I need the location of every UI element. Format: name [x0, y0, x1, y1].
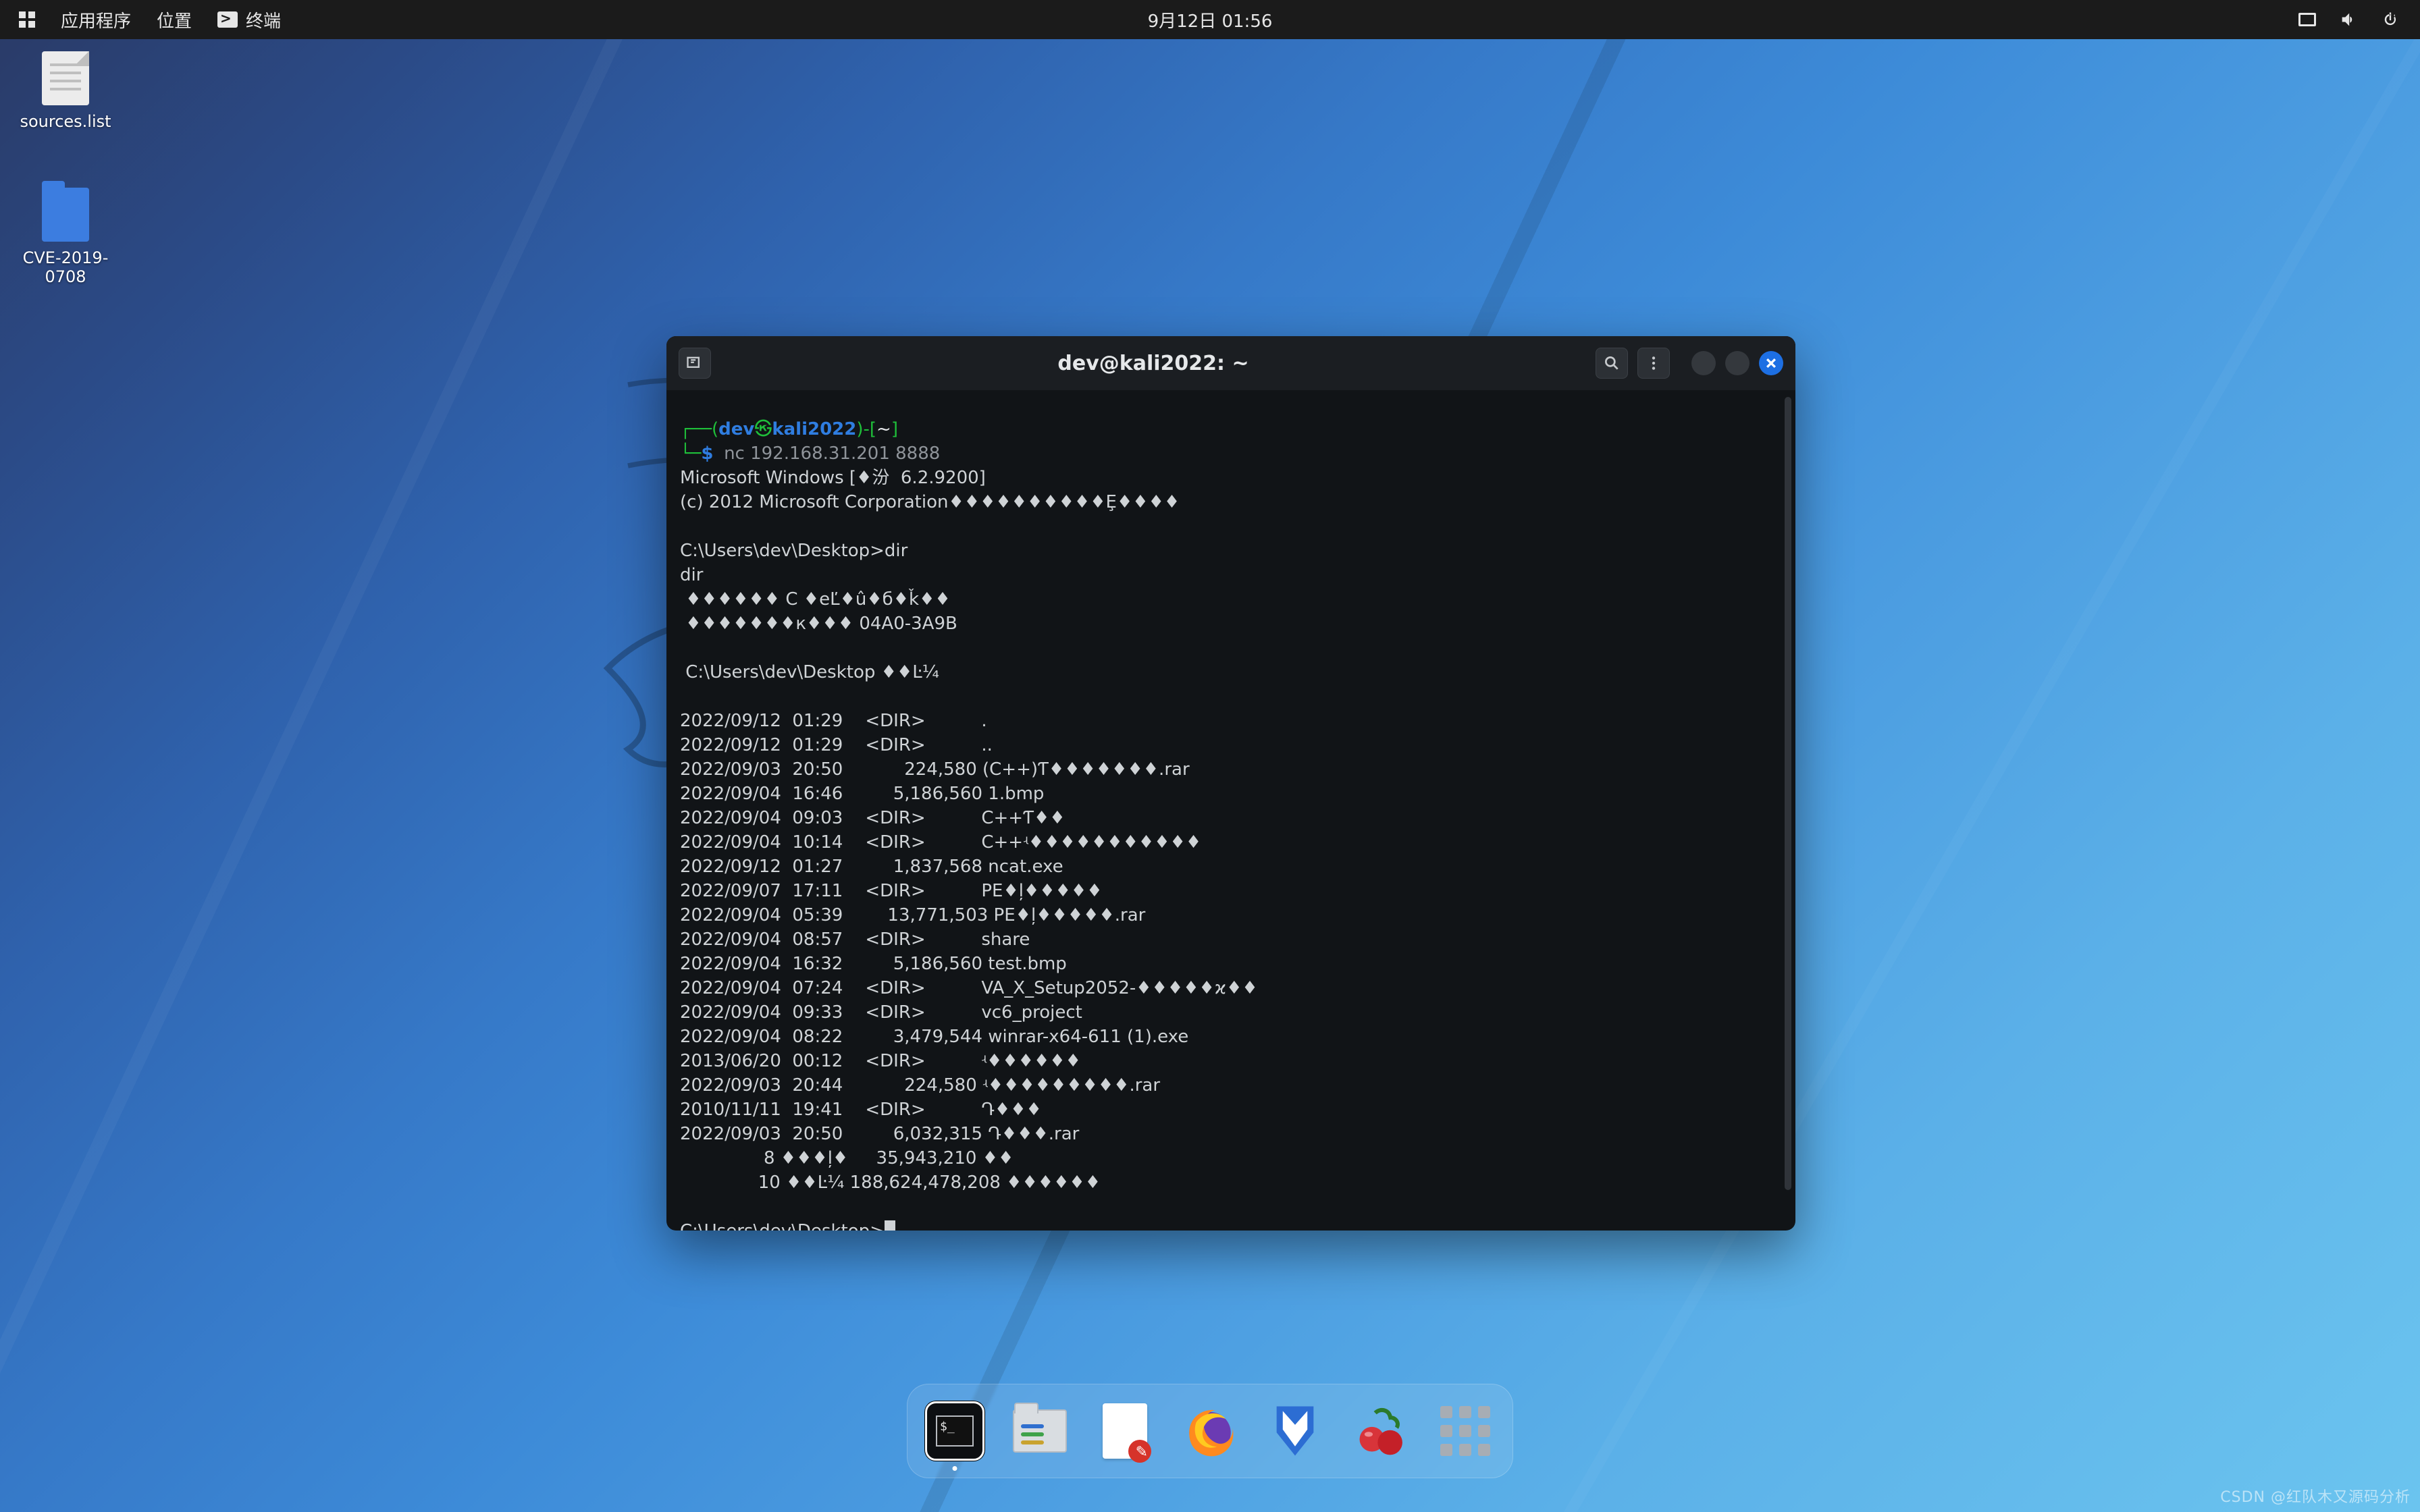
window-minimize-button[interactable] — [1691, 351, 1716, 375]
dock-item-cherrytree[interactable] — [1350, 1401, 1410, 1461]
dock-item-terminal[interactable]: $_ — [925, 1401, 984, 1461]
power-icon[interactable] — [2381, 10, 2400, 29]
terminal-title: dev@kali2022: ~ — [720, 352, 1586, 375]
search-button[interactable] — [1596, 348, 1628, 379]
menu-places[interactable]: 位置 — [157, 7, 192, 32]
terminal-icon — [217, 11, 238, 28]
desktop-icon-label: CVE-2019-0708 — [15, 248, 116, 286]
terminal-cursor — [885, 1220, 895, 1231]
clock[interactable]: 9月12日 01:56 — [1148, 7, 1273, 32]
dock-item-files[interactable] — [1010, 1401, 1070, 1461]
app-grid-icon — [1440, 1406, 1490, 1456]
dock-item-firefox[interactable] — [1180, 1401, 1240, 1461]
desktop-icon-label: sources.list — [15, 112, 116, 131]
desktop-icon-cve-folder[interactable]: CVE-2019-0708 — [15, 188, 116, 286]
folder-icon — [42, 188, 89, 242]
top-bar: 应用程序 位置 终端 9月12日 01:56 — [0, 0, 2420, 39]
window-close-button[interactable] — [1759, 351, 1783, 375]
watermark: CSDN @红队木又源码分析 — [2220, 1485, 2411, 1507]
terminal-icon: $_ — [936, 1415, 974, 1447]
dock-item-app-grid[interactable] — [1436, 1401, 1495, 1461]
window-maximize-button[interactable] — [1725, 351, 1750, 375]
terminal-scrollbar[interactable] — [1785, 397, 1791, 1190]
metasploit-icon — [1269, 1403, 1321, 1459]
terminal-titlebar[interactable]: dev@kali2022: ~ — [666, 336, 1795, 390]
terminal-body[interactable]: ┌──(dev㉿kali2022)-[~] └─$ nc 192.168.31.… — [666, 390, 1795, 1231]
firefox-icon — [1182, 1403, 1238, 1459]
window-restore-icon[interactable] — [2298, 13, 2316, 26]
files-icon — [1013, 1409, 1067, 1453]
menu-applications[interactable]: 应用程序 — [61, 7, 131, 32]
dock-item-metasploit[interactable] — [1265, 1401, 1325, 1461]
terminal-window: dev@kali2022: ~ ┌──(dev㉿kali2022)-[~] └─… — [666, 336, 1795, 1231]
text-file-icon — [42, 51, 89, 105]
text-editor-icon — [1103, 1403, 1147, 1459]
menu-terminal[interactable]: 终端 — [217, 7, 281, 32]
new-tab-button[interactable] — [679, 348, 711, 379]
activities-grid-icon[interactable] — [19, 11, 35, 28]
dock: $_ — [907, 1384, 1513, 1478]
dock-item-text-editor[interactable] — [1095, 1401, 1155, 1461]
menu-terminal-label: 终端 — [246, 7, 281, 32]
hamburger-menu-button[interactable] — [1637, 348, 1670, 379]
cherrytree-icon — [1354, 1405, 1406, 1457]
desktop-icon-sources-list[interactable]: sources.list — [15, 51, 116, 131]
volume-icon[interactable] — [2339, 10, 2358, 29]
